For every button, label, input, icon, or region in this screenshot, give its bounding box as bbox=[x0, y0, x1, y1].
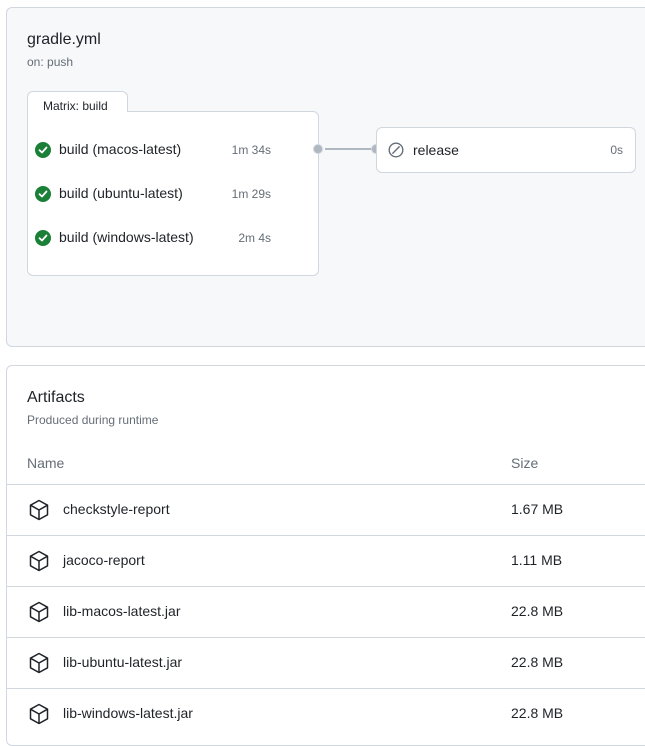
check-circle-fill-icon bbox=[35, 186, 51, 202]
artifacts-panel: Artifacts Produced during runtime Name S… bbox=[6, 365, 645, 746]
package-icon bbox=[27, 702, 51, 731]
job-duration: 0s bbox=[610, 143, 623, 157]
artifact-row[interactable]: checkstyle-report 1.67 MB bbox=[7, 484, 645, 535]
job-duration: 2m 4s bbox=[238, 231, 271, 245]
artifact-size: 22.8 MB bbox=[511, 603, 564, 619]
package-icon bbox=[27, 549, 51, 578]
artifact-name-link[interactable]: checkstyle-report bbox=[63, 501, 170, 517]
job-connector-line bbox=[325, 148, 375, 150]
job-name: release bbox=[413, 142, 459, 158]
package-icon bbox=[27, 498, 51, 527]
job-name: build (ubuntu-latest) bbox=[59, 185, 183, 201]
artifact-size: 1.11 MB bbox=[511, 552, 563, 568]
package-icon bbox=[27, 600, 51, 629]
column-header-size: Size bbox=[511, 455, 539, 471]
job-build-macos[interactable]: build (macos-latest) 1m 34s bbox=[35, 140, 271, 160]
column-header-name: Name bbox=[27, 455, 65, 471]
artifact-row[interactable]: lib-macos-latest.jar 22.8 MB bbox=[7, 586, 645, 637]
artifact-name-link[interactable]: lib-ubuntu-latest.jar bbox=[63, 654, 182, 670]
check-circle-fill-icon bbox=[35, 142, 51, 158]
artifact-name-link[interactable]: lib-windows-latest.jar bbox=[63, 705, 193, 721]
skip-icon bbox=[388, 142, 404, 163]
job-name: build (macos-latest) bbox=[59, 141, 182, 157]
workflow-trigger: on: push bbox=[27, 55, 74, 69]
connector-dot-out bbox=[313, 144, 323, 154]
job-build-windows[interactable]: build (windows-latest) 2m 4s bbox=[35, 228, 271, 248]
artifact-name-link[interactable]: jacoco-report bbox=[63, 552, 145, 568]
artifact-size: 22.8 MB bbox=[511, 654, 564, 670]
workflow-graph-panel: gradle.yml on: push Matrix: build build … bbox=[6, 7, 645, 347]
job-build-ubuntu[interactable]: build (ubuntu-latest) 1m 29s bbox=[35, 184, 271, 204]
artifacts-list: checkstyle-report 1.67 MB jacoco-report … bbox=[7, 484, 645, 739]
artifact-row[interactable]: lib-ubuntu-latest.jar 22.8 MB bbox=[7, 637, 645, 688]
job-release[interactable]: release 0s bbox=[376, 127, 636, 173]
check-circle-fill-icon bbox=[35, 230, 51, 246]
artifact-size: 22.8 MB bbox=[511, 705, 564, 721]
workflow-title[interactable]: gradle.yml bbox=[27, 31, 101, 49]
job-name: build (windows-latest) bbox=[59, 229, 194, 245]
artifact-name-link[interactable]: lib-macos-latest.jar bbox=[63, 603, 180, 619]
artifacts-title: Artifacts bbox=[27, 389, 85, 406]
artifact-size: 1.67 MB bbox=[511, 501, 564, 517]
artifact-row[interactable]: jacoco-report 1.11 MB bbox=[7, 535, 645, 586]
job-duration: 1m 34s bbox=[231, 143, 271, 157]
artifacts-subtitle: Produced during runtime bbox=[27, 413, 159, 427]
job-duration: 1m 29s bbox=[231, 187, 271, 201]
artifact-row[interactable]: lib-windows-latest.jar 22.8 MB bbox=[7, 688, 645, 739]
package-icon bbox=[27, 651, 51, 680]
